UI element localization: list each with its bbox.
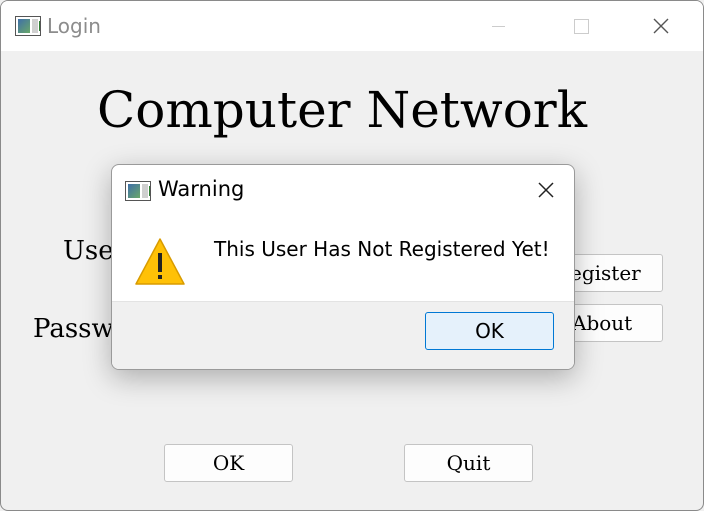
close-icon bbox=[538, 182, 554, 198]
dialog-app-icon bbox=[125, 181, 151, 201]
close-icon bbox=[653, 18, 669, 34]
ok-button[interactable]: OK bbox=[164, 444, 293, 482]
minimize-icon bbox=[491, 25, 505, 27]
title-bar[interactable]: Login bbox=[1, 1, 703, 51]
warning-icon bbox=[135, 238, 185, 285]
dialog-title: Warning bbox=[158, 177, 245, 201]
maximize-icon bbox=[573, 18, 589, 34]
page-title: Computer Network bbox=[97, 81, 587, 139]
close-button[interactable] bbox=[641, 11, 681, 41]
dialog-ok-button[interactable]: OK bbox=[425, 312, 554, 350]
warning-dialog: Warning This User Has Not Registered Yet… bbox=[111, 164, 575, 370]
maximize-button[interactable] bbox=[561, 11, 601, 41]
minimize-button[interactable] bbox=[478, 11, 518, 41]
password-label: Passw bbox=[33, 314, 114, 344]
app-icon bbox=[15, 16, 41, 36]
quit-button[interactable]: Quit bbox=[404, 444, 533, 482]
dialog-footer: OK bbox=[112, 301, 574, 369]
dialog-close-button[interactable] bbox=[526, 175, 566, 205]
username-label: Use bbox=[63, 236, 114, 266]
dialog-message: This User Has Not Registered Yet! bbox=[214, 237, 550, 261]
window-title: Login bbox=[47, 14, 101, 38]
